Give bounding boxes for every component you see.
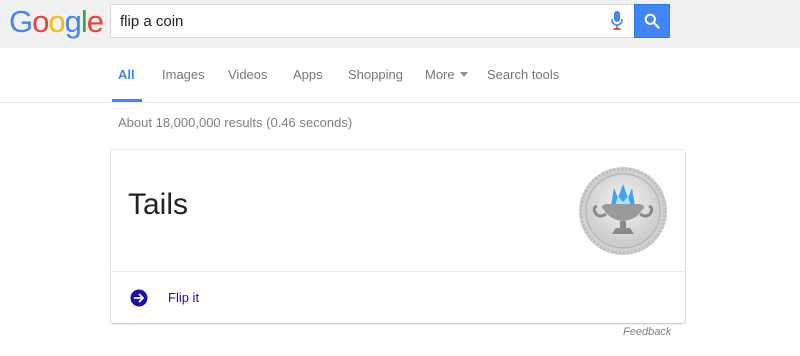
search-box <box>110 4 634 38</box>
flip-it-button[interactable]: Flip it <box>111 272 685 323</box>
header-bar: Google <box>0 0 800 48</box>
feedback-link[interactable]: Feedback <box>623 326 671 338</box>
tab-label: More <box>425 67 455 82</box>
tab-label: Videos <box>228 67 268 82</box>
caret-down-icon <box>459 72 468 78</box>
tab-label: All <box>118 67 135 82</box>
logo-letter: G <box>9 4 33 39</box>
tab-label: Shopping <box>348 67 403 82</box>
tab-more[interactable]: More <box>425 48 468 102</box>
tab-label: Apps <box>293 67 323 82</box>
flip-result: Tails <box>128 188 189 221</box>
google-logo[interactable]: Google <box>9 4 104 40</box>
tab-shopping[interactable]: Shopping <box>348 48 403 102</box>
search-tabs: All Images Videos Apps Shopping More Sea… <box>0 48 800 103</box>
search-icon <box>644 13 660 29</box>
tab-label: Search tools <box>487 67 560 82</box>
microphone-icon[interactable] <box>609 10 625 32</box>
result-stats: About 18,000,000 results (0.46 seconds) <box>118 115 353 130</box>
tab-search-tools[interactable]: Search tools <box>487 48 559 102</box>
logo-letter: o <box>32 4 49 39</box>
logo-letter: o <box>48 4 65 39</box>
search-input[interactable] <box>111 5 600 37</box>
logo-letter: g <box>64 4 82 39</box>
coin-flip-card: Tails Flip it <box>111 150 685 323</box>
logo-letter: e <box>86 4 104 39</box>
tab-apps[interactable]: Apps <box>293 48 323 102</box>
flip-it-label: Flip it <box>168 290 200 305</box>
search-button[interactable] <box>634 4 670 38</box>
tab-all[interactable]: All <box>112 48 142 102</box>
tab-label: Images <box>162 67 205 82</box>
coin-icon <box>579 167 667 255</box>
arrow-right-circle-icon <box>130 289 148 307</box>
tab-videos[interactable]: Videos <box>228 48 268 102</box>
tab-images[interactable]: Images <box>162 48 205 102</box>
